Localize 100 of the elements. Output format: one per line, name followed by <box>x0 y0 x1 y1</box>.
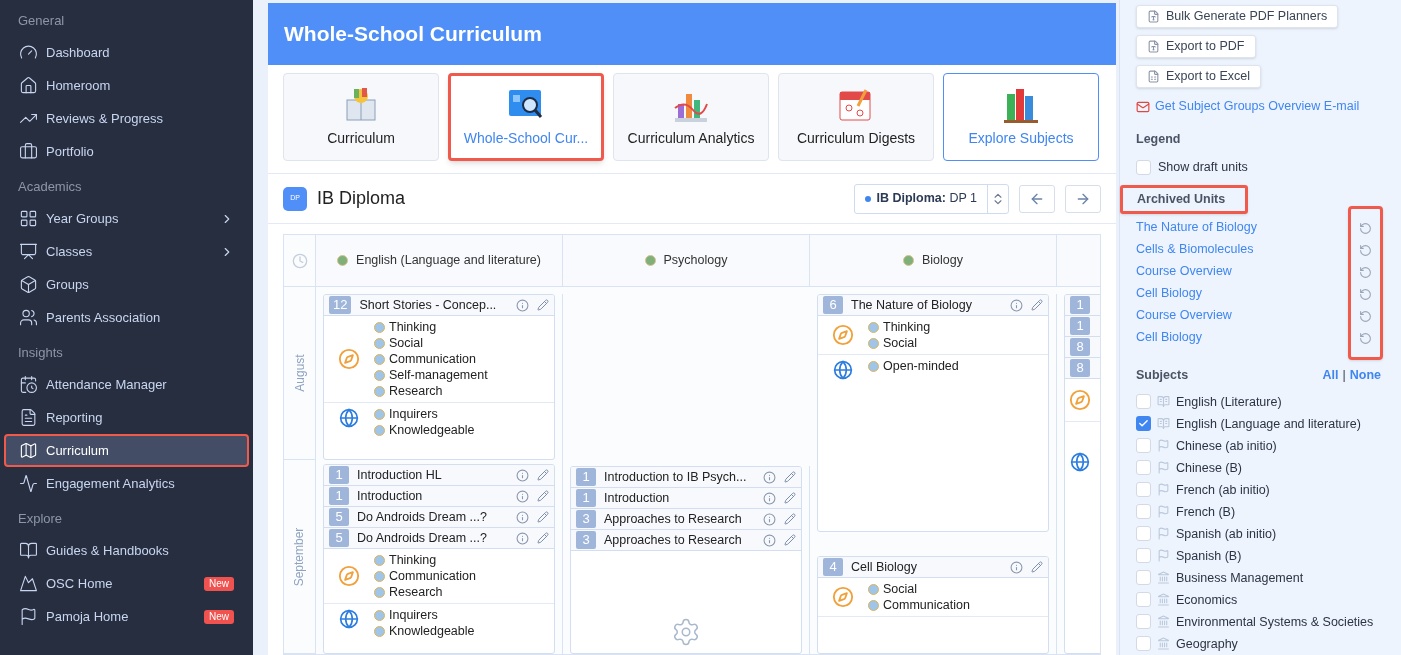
restore-icon[interactable] <box>1359 309 1372 323</box>
checkbox[interactable] <box>1136 159 1151 175</box>
edit-icon[interactable] <box>537 490 549 502</box>
unit-header[interactable]: 6 The Nature of Biology <box>818 295 1048 316</box>
app-tile[interactable]: Curriculum Digests <box>778 73 934 161</box>
edit-icon[interactable] <box>537 469 549 481</box>
restore-icon[interactable] <box>1359 221 1372 235</box>
app-tile[interactable]: Curriculum Analytics <box>613 73 769 161</box>
app-tile[interactable]: Explore Subjects <box>943 73 1099 161</box>
app-tile[interactable]: Curriculum <box>283 73 439 161</box>
unit-header[interactable]: 3 Approaches to Research <box>571 509 801 530</box>
skill-icon <box>374 570 385 582</box>
unit-header[interactable]: 5 Do Androids Dream ...? <box>324 528 554 549</box>
restore-icon[interactable] <box>1359 265 1372 279</box>
skill-label: Social <box>389 334 424 352</box>
house-icon <box>19 76 38 95</box>
nav-item[interactable]: Homeroom <box>4 69 249 102</box>
edit-icon[interactable] <box>784 513 796 525</box>
edit-icon[interactable] <box>1031 299 1043 311</box>
edit-icon[interactable] <box>784 492 796 504</box>
edit-icon[interactable] <box>784 534 796 546</box>
info-icon[interactable] <box>516 531 529 545</box>
nav-item[interactable]: Reporting <box>4 401 249 434</box>
export-button[interactable]: Bulk Generate PDF Planners <box>1136 5 1339 29</box>
edit-icon[interactable] <box>537 299 549 311</box>
nav-item[interactable]: Dashboard <box>4 36 249 69</box>
info-icon[interactable] <box>763 491 776 505</box>
previous-button[interactable] <box>1019 184 1055 213</box>
checkbox[interactable] <box>1136 614 1151 630</box>
nav-item[interactable]: Year Groups <box>4 202 249 235</box>
info-icon[interactable] <box>516 510 529 524</box>
edit-icon[interactable] <box>1031 561 1043 573</box>
nav-item[interactable]: Guides & Handbooks <box>4 534 249 567</box>
nav-item[interactable]: Portfolio <box>4 135 249 168</box>
flag-icon <box>19 607 38 626</box>
nav-item[interactable]: Curriculum <box>4 434 249 467</box>
unit-header[interactable]: 1 Introduction <box>324 486 554 507</box>
edit-icon[interactable] <box>784 471 796 483</box>
info-icon[interactable] <box>763 512 776 526</box>
unit-header[interactable]: 12 Short Stories - Concep... <box>324 295 554 316</box>
info-icon[interactable] <box>516 489 529 503</box>
nav-item[interactable]: Pamoja Home New <box>4 600 249 633</box>
skill-label: Communication <box>883 596 970 614</box>
restore-icon[interactable] <box>1359 287 1372 301</box>
unit-title: Introduction <box>357 487 424 505</box>
unit-header[interactable]: 5 Do Androids Dream ...? <box>324 507 554 528</box>
checkbox[interactable] <box>1136 526 1151 542</box>
unit-number: 1 <box>1070 317 1090 335</box>
unit-number: 4 <box>823 558 843 576</box>
restore-icon[interactable] <box>1359 331 1372 345</box>
restore-icon[interactable] <box>1359 243 1372 257</box>
info-icon[interactable] <box>516 298 529 312</box>
nav-item[interactable]: OSC Home New <box>4 567 249 600</box>
nav-item[interactable]: Reviews & Progress <box>4 102 249 135</box>
edit-icon[interactable] <box>537 532 549 544</box>
info-icon[interactable] <box>1010 560 1023 574</box>
unit-title: Approaches to Research <box>604 531 743 549</box>
checkbox[interactable] <box>1136 438 1151 454</box>
checkbox[interactable] <box>1136 570 1151 586</box>
checkbox[interactable] <box>1136 394 1151 410</box>
year-selector[interactable]: IB Diploma: DP 1 <box>853 183 1009 214</box>
skill-label: Communication <box>389 350 476 368</box>
unit-header[interactable]: 3 Approaches to Research <box>571 530 801 551</box>
next-button[interactable] <box>1065 184 1101 213</box>
info-icon[interactable] <box>763 533 776 547</box>
checkbox[interactable] <box>1136 548 1151 564</box>
info-icon[interactable] <box>763 470 776 484</box>
checkbox[interactable] <box>1136 482 1151 498</box>
document-icon <box>19 408 38 427</box>
info-icon[interactable] <box>516 468 529 482</box>
unit-header[interactable]: 1 Introduction <box>571 488 801 509</box>
skill-label: Inquirers <box>389 606 438 624</box>
unit-header[interactable]: 4 Cell Biology <box>818 557 1048 578</box>
checkbox[interactable] <box>1136 636 1151 652</box>
subject-label: Geography <box>1176 635 1238 653</box>
section-heading: General <box>17 12 66 31</box>
unit-header[interactable]: 1 Introduction HL <box>324 465 554 486</box>
nav-item[interactable]: Groups <box>4 268 249 301</box>
nav-label: Year Groups <box>46 209 120 228</box>
checkbox[interactable] <box>1136 416 1151 432</box>
checkbox[interactable] <box>1136 460 1151 476</box>
edit-icon[interactable] <box>537 511 549 523</box>
nav-item[interactable]: Engagement Analytics <box>4 467 249 500</box>
info-icon[interactable] <box>1010 298 1023 312</box>
globe-icon <box>339 408 359 428</box>
export-button[interactable]: Export to Excel <box>1136 65 1262 89</box>
checkbox[interactable] <box>1136 504 1151 520</box>
unit-title: Cell Biology <box>851 558 918 576</box>
nav-item[interactable]: Classes <box>4 235 249 268</box>
nav-item[interactable]: Attendance Manager <box>4 368 249 401</box>
app-tile[interactable]: Whole-School Cur... <box>448 73 604 161</box>
compass-icon <box>338 565 360 587</box>
checkbox[interactable] <box>1136 592 1151 608</box>
compass-icon <box>832 586 854 608</box>
spreadsheet-file-icon <box>1147 70 1160 84</box>
nav-item[interactable]: Parents Association <box>4 301 249 334</box>
compass-icon <box>338 348 360 370</box>
unit-header[interactable]: 1 Introduction to IB Psych... <box>571 467 801 488</box>
skill-label: Thinking <box>389 551 437 569</box>
export-button[interactable]: Export to PDF <box>1136 35 1256 59</box>
